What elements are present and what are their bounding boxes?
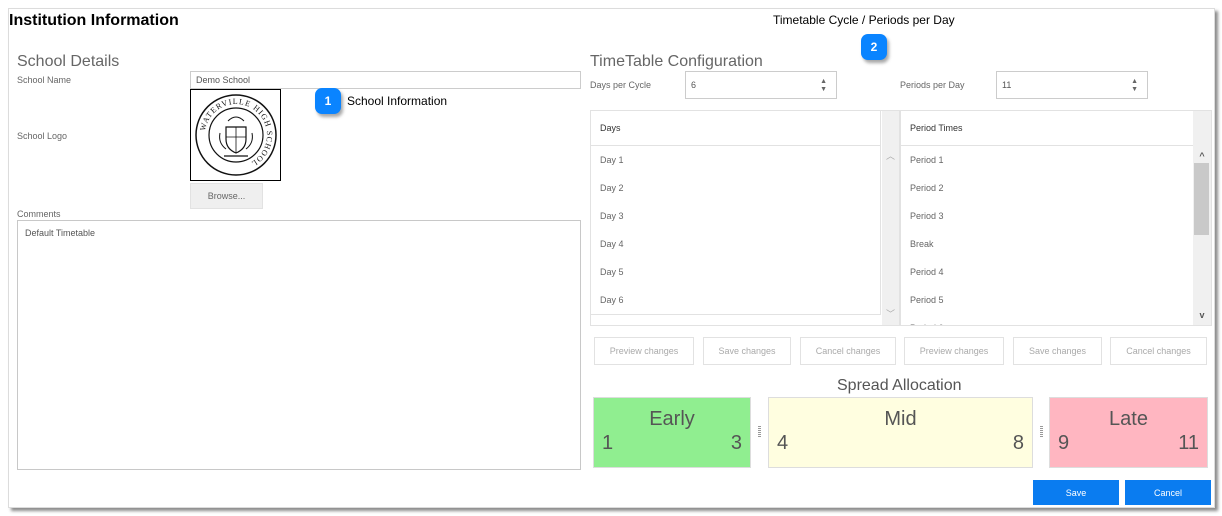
days-per-cycle-label: Days per Cycle — [590, 80, 652, 90]
school-crest-icon: WATERVILLE HIGH SCHOOL — [194, 94, 277, 176]
scroll-up-icon[interactable]: ︿ — [882, 151, 899, 161]
scroll-down-icon[interactable]: v — [1193, 310, 1211, 320]
increment-arrow-icon[interactable]: ▲ — [1131, 78, 1138, 85]
list-item[interactable]: Day 5 — [591, 258, 880, 286]
days-cancel-changes-button[interactable]: Cancel changes — [800, 337, 896, 365]
list-item[interactable]: Period 1 — [901, 146, 1193, 174]
list-item[interactable]: Period 4 — [901, 258, 1193, 286]
comments-label: Comments — [17, 209, 61, 219]
days-list-header: Days — [591, 111, 880, 146]
scroll-thumb[interactable] — [1194, 163, 1209, 235]
spread-segment-end: 3 — [730, 432, 742, 454]
periods-cancel-changes-button[interactable]: Cancel changes — [1110, 337, 1207, 365]
spread-segment-end: 8 — [1012, 432, 1024, 454]
spread-segment-start: 9 — [1058, 432, 1070, 454]
school-logo-label: School Logo — [17, 131, 68, 141]
spread-segment-name: Mid — [884, 408, 917, 430]
periods-list: Period Times Period 1 Period 2 Period 3 … — [901, 111, 1193, 325]
list-item[interactable]: Period 6 — [901, 314, 1193, 325]
periods-list-scrollbar[interactable]: ^ v — [1193, 111, 1211, 325]
list-item[interactable]: Day 6 — [591, 286, 880, 314]
spread-segment-early[interactable]: Early 1 3 — [593, 397, 751, 468]
list-item[interactable]: Break — [901, 230, 1193, 258]
spread-segment-mid[interactable]: Mid 4 8 — [768, 397, 1033, 468]
scroll-down-icon[interactable]: ﹀ — [882, 309, 899, 319]
scroll-up-icon[interactable]: ^ — [1193, 151, 1211, 161]
list-item[interactable]: Day 2 — [591, 174, 880, 202]
periods-per-day-value: 11 — [1002, 80, 1012, 90]
spread-segment-start: 1 — [602, 432, 614, 454]
drag-handle-icon[interactable] — [1040, 426, 1043, 438]
spread-segment-name: Early — [649, 408, 695, 430]
periods-save-changes-button[interactable]: Save changes — [1013, 337, 1102, 365]
days-list: Days Day 1 Day 2 Day 3 Day 4 Day 5 Day 6 — [591, 111, 881, 315]
periods-list-header: Period Times — [901, 111, 1193, 146]
list-item[interactable]: Period 3 — [901, 202, 1193, 230]
school-name-value: Demo School — [196, 75, 251, 85]
days-per-cycle-spinner[interactable]: 6 ▲ ▼ — [685, 71, 837, 99]
callout-text-2: Timetable Cycle / Periods per Day — [773, 13, 955, 27]
periods-per-day-spinner[interactable]: 11 ▲ ▼ — [996, 71, 1148, 99]
list-item[interactable]: Day 1 — [591, 146, 880, 174]
list-item[interactable]: Period 2 — [901, 174, 1193, 202]
periods-preview-changes-button[interactable]: Preview changes — [904, 337, 1004, 365]
days-preview-changes-button[interactable]: Preview changes — [594, 337, 694, 365]
list-item[interactable]: Day 3 — [591, 202, 880, 230]
drag-handle-icon[interactable] — [758, 426, 761, 438]
decrement-arrow-icon[interactable]: ▼ — [1131, 86, 1138, 93]
list-item[interactable]: Period 5 — [901, 286, 1193, 314]
school-name-input[interactable]: Demo School — [190, 71, 581, 89]
callout-badge-2: 2 — [861, 34, 887, 60]
callout-text-1: School Information — [347, 94, 448, 108]
cancel-button[interactable]: Cancel — [1125, 480, 1211, 505]
school-logo-image: WATERVILLE HIGH SCHOOL — [190, 89, 281, 181]
days-per-cycle-value: 6 — [691, 80, 697, 90]
browse-button[interactable]: Browse... — [190, 183, 263, 209]
periods-per-day-label: Periods per Day — [900, 80, 965, 90]
spread-segment-start: 4 — [777, 432, 789, 454]
spread-segment-name: Late — [1109, 408, 1148, 430]
school-name-label: School Name — [17, 75, 72, 85]
increment-arrow-icon[interactable]: ▲ — [820, 78, 827, 85]
school-details-heading: School Details — [17, 53, 120, 70]
comments-textarea[interactable]: Default Timetable — [17, 220, 581, 470]
timetable-config-heading: TimeTable Configuration — [590, 53, 763, 70]
callout-badge-1: 1 — [315, 88, 341, 114]
save-button[interactable]: Save — [1033, 480, 1119, 505]
list-item[interactable]: Day 4 — [591, 230, 880, 258]
page-title: Institution Information — [9, 12, 179, 29]
spread-allocation-heading: Spread Allocation — [837, 377, 962, 394]
comments-value: Default Timetable — [25, 228, 96, 238]
days-save-changes-button[interactable]: Save changes — [703, 337, 791, 365]
spread-segment-end: 11 — [1178, 432, 1199, 454]
spread-segment-late[interactable]: Late 9 11 — [1049, 397, 1208, 468]
decrement-arrow-icon[interactable]: ▼ — [820, 86, 827, 93]
days-list-scrollbar[interactable]: ︿ ﹀ — [882, 111, 899, 325]
